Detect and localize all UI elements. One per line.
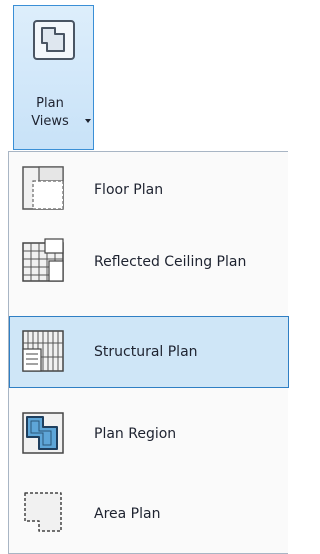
- menu-item-floor-plan[interactable]: Floor Plan: [9, 154, 289, 226]
- menu-item-reflected-ceiling-plan[interactable]: Reflected Ceiling Plan: [9, 226, 289, 298]
- plan-region-icon: [19, 407, 67, 459]
- dropdown-caret-icon: [85, 119, 91, 123]
- plan-views-label-line1: Plan: [36, 96, 64, 111]
- menu-item-label: Plan Region: [94, 426, 177, 442]
- area-plan-icon: [19, 487, 67, 539]
- menu-item-area-plan[interactable]: Area Plan: [9, 478, 289, 550]
- plan-views-menu: Floor Plan Reflected Ceiling Plan Struct…: [8, 151, 289, 554]
- floor-plan-icon: [19, 163, 67, 215]
- menu-item-plan-region[interactable]: Plan Region: [9, 398, 289, 470]
- menu-item-label: Area Plan: [94, 506, 161, 522]
- plan-views-icon: [33, 20, 75, 64]
- plan-views-label-line2: Views: [31, 114, 69, 129]
- menu-item-structural-plan[interactable]: Structural Plan: [9, 316, 289, 388]
- menu-item-label: Reflected Ceiling Plan: [94, 254, 247, 270]
- structural-plan-icon: [19, 325, 67, 377]
- menu-item-label: Floor Plan: [94, 182, 164, 198]
- menu-item-label: Structural Plan: [94, 344, 198, 360]
- reflected-ceiling-plan-icon: [19, 235, 67, 287]
- plan-views-button[interactable]: Plan Views: [13, 5, 94, 150]
